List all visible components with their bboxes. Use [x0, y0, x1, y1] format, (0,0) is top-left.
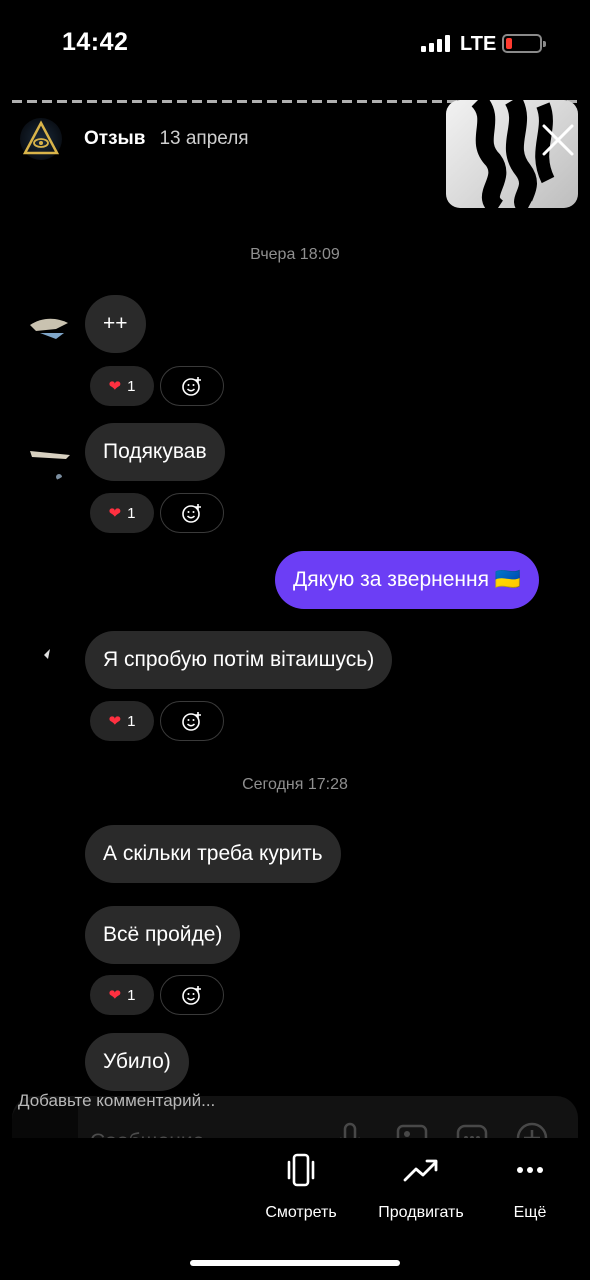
- chat-timestamp: Сегодня 17:28: [242, 776, 348, 793]
- add-reaction-button[interactable]: [160, 493, 224, 533]
- add-reaction-button[interactable]: [160, 701, 224, 741]
- add-emoji-icon: [182, 377, 201, 396]
- signal-icon: [421, 34, 450, 52]
- message-bubble[interactable]: Я спробую потім вітаишусь): [85, 631, 393, 689]
- phone-rotate-icon: [287, 1153, 315, 1187]
- promote-label: Продвигать: [378, 1204, 464, 1221]
- battery-icon: [502, 34, 546, 53]
- story-viewer[interactable]: Отзыв 13 апреля Вчера 18:09 ++ ❤ 1 Подяку…: [0, 88, 590, 1138]
- network-type: LTE: [460, 33, 497, 55]
- chat-timestamp: Вчера 18:09: [250, 246, 340, 263]
- heart-reaction[interactable]: ❤ 1: [90, 366, 154, 406]
- message-bubble[interactable]: ++: [85, 295, 146, 353]
- message-bubble[interactable]: Подякував: [85, 423, 225, 481]
- more-label: Ещё: [513, 1204, 547, 1221]
- message-bubble[interactable]: Всё пройде): [85, 906, 241, 964]
- add-emoji-icon: [182, 504, 201, 523]
- message-bubble[interactable]: Убило): [85, 1033, 189, 1091]
- heart-reaction[interactable]: ❤ 1: [90, 493, 154, 533]
- add-emoji-icon: [182, 986, 201, 1005]
- home-indicator[interactable]: [190, 1260, 400, 1266]
- microphone-icon: [340, 1122, 360, 1138]
- story-avatar[interactable]: [20, 118, 62, 160]
- gallery-icon: [396, 1124, 428, 1138]
- story-header: Отзыв 13 апреля: [20, 118, 249, 160]
- view-button[interactable]: Смотреть: [236, 1150, 366, 1222]
- sender-avatar: [26, 303, 72, 349]
- trending-up-icon: [403, 1159, 438, 1182]
- story-comment-placeholder[interactable]: Добавьте комментарий...: [18, 1091, 215, 1111]
- message-bubble[interactable]: А скільки треба курить: [85, 825, 341, 883]
- add-reaction-button[interactable]: [160, 366, 224, 406]
- heart-reaction[interactable]: ❤ 1: [90, 701, 154, 741]
- reaction-count: 1: [127, 377, 136, 395]
- sender-avatar: [26, 435, 72, 481]
- close-icon[interactable]: [540, 122, 576, 158]
- sender-avatar: [26, 643, 72, 689]
- heart-icon: ❤: [108, 505, 122, 522]
- sticker-icon: [456, 1124, 488, 1138]
- message-bubble-outgoing[interactable]: Дякую за звернення 🇺🇦: [275, 551, 539, 609]
- add-emoji-icon: [182, 712, 201, 731]
- reaction-count: 1: [127, 504, 136, 522]
- composer-placeholder: Сообщение: [90, 1130, 204, 1138]
- more-dots-icon: [517, 1167, 543, 1173]
- story-actions-bar: Смотреть Продвигать Ещё: [0, 1138, 590, 1280]
- view-label: Смотреть: [265, 1204, 337, 1221]
- add-reaction-button[interactable]: [160, 975, 224, 1015]
- heart-icon: ❤: [108, 713, 122, 730]
- reaction-count: 1: [127, 986, 136, 1004]
- add-icon: [516, 1122, 548, 1138]
- status-bar: 14:42 LTE: [0, 0, 590, 90]
- more-button[interactable]: Ещё: [465, 1150, 590, 1222]
- story-date: 13 апреля: [159, 128, 249, 149]
- heart-reaction[interactable]: ❤ 1: [90, 975, 154, 1015]
- status-time: 14:42: [62, 28, 129, 56]
- reaction-count: 1: [127, 712, 136, 730]
- heart-icon: ❤: [108, 987, 122, 1004]
- heart-icon: ❤: [108, 378, 122, 395]
- eye-triangle-logo-icon: [22, 120, 60, 155]
- story-title[interactable]: Отзыв: [84, 128, 145, 150]
